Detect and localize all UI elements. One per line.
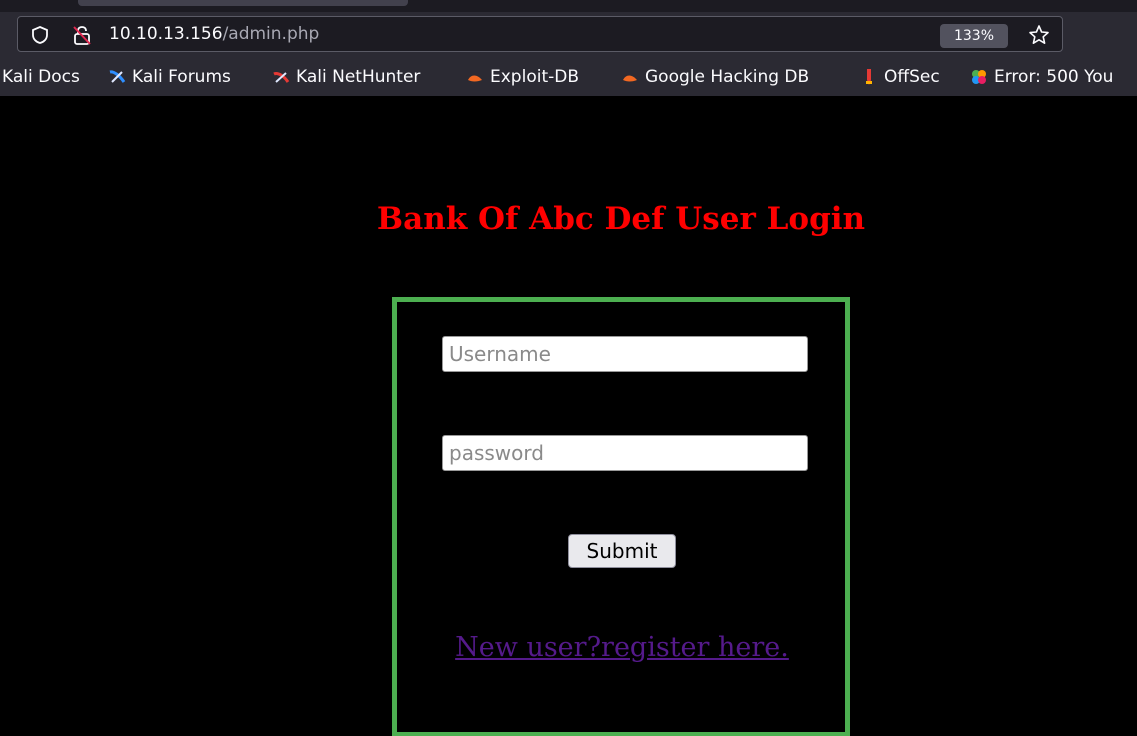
bookmark-kali-nethunter[interactable]: Kali NetHunter — [272, 67, 420, 87]
page-title: Bank Of Abc Def User Login — [376, 201, 866, 237]
bookmark-label: Kali Docs — [2, 67, 80, 87]
exploit-db-icon — [468, 75, 482, 82]
bookmark-label: Exploit-DB — [490, 67, 579, 87]
bookmark-label: Kali Forums — [132, 67, 231, 87]
offsec-icon — [866, 69, 872, 85]
zoom-level-badge[interactable]: 133% — [940, 24, 1008, 48]
url-host: 10.10.13.156 — [109, 24, 223, 44]
insecure-lock-icon[interactable] — [71, 24, 93, 46]
url-path: /admin.php — [222, 24, 320, 44]
password-input[interactable] — [442, 435, 808, 471]
bookmark-label: Error: 500 You — [994, 67, 1114, 87]
bookmark-label: Google Hacking DB — [645, 67, 810, 87]
shield-icon[interactable] — [30, 25, 50, 45]
active-tab[interactable] — [78, 0, 408, 6]
error-bookmark-icon — [972, 70, 986, 84]
page-content: Bank Of Abc Def User Login Submit New us… — [0, 96, 1137, 736]
url-text[interactable]: 10.10.13.156/admin.php — [109, 24, 319, 44]
submit-button[interactable]: Submit — [568, 534, 676, 568]
bookmark-error-500[interactable]: Error: 500 You — [970, 67, 1113, 87]
bookmark-offsec[interactable]: OffSec — [860, 67, 940, 87]
bookmarks-toolbar: Kali Docs Kali Forums Kali NetHunter Exp… — [0, 62, 1137, 96]
login-form-box: Submit New user?register here. — [392, 297, 850, 736]
bookmark-star-icon[interactable] — [1028, 24, 1050, 46]
bookmark-kali-forums[interactable]: Kali Forums — [108, 67, 231, 87]
bookmark-exploit-db[interactable]: Exploit-DB — [466, 67, 579, 87]
bookmark-google-hacking-db[interactable]: Google Hacking DB — [621, 67, 809, 87]
tab-strip — [0, 0, 1137, 12]
kali-nethunter-icon — [273, 72, 290, 83]
bookmark-label: Kali NetHunter — [296, 67, 421, 87]
navigation-bar: 10.10.13.156/admin.php 133% — [0, 12, 1137, 62]
kali-forums-icon — [109, 70, 126, 83]
bookmark-kali-docs[interactable]: Kali Docs — [2, 67, 80, 87]
register-link[interactable]: New user?register here. — [437, 632, 807, 664]
bookmark-label: OffSec — [884, 67, 940, 87]
address-bar[interactable]: 10.10.13.156/admin.php 133% — [17, 16, 1063, 52]
username-input[interactable] — [442, 336, 808, 372]
ghdb-icon — [623, 75, 637, 82]
